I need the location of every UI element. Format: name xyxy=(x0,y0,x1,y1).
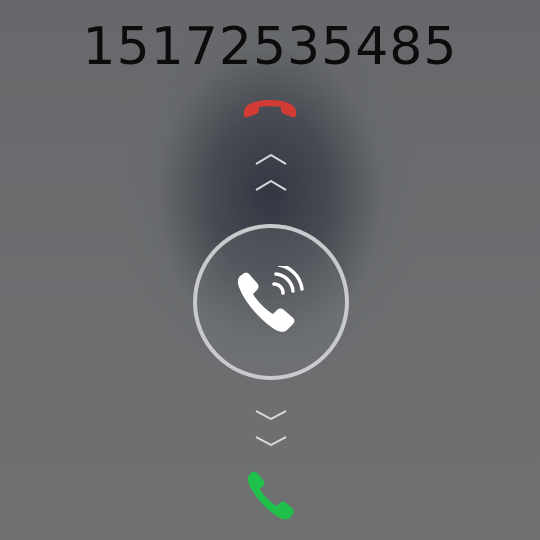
phone-ringing-icon xyxy=(237,266,304,332)
chevron-up-icon xyxy=(255,153,287,165)
chevron-down-icon xyxy=(255,436,287,447)
phone-hangup-icon[interactable] xyxy=(238,96,302,120)
chevron-up-icon xyxy=(255,179,287,191)
chevron-down-icon xyxy=(255,410,287,421)
phone-accept-icon[interactable] xyxy=(244,468,296,522)
incoming-call-screen: 15172535485 xyxy=(0,0,540,540)
caller-number: 15172535485 xyxy=(82,17,458,77)
